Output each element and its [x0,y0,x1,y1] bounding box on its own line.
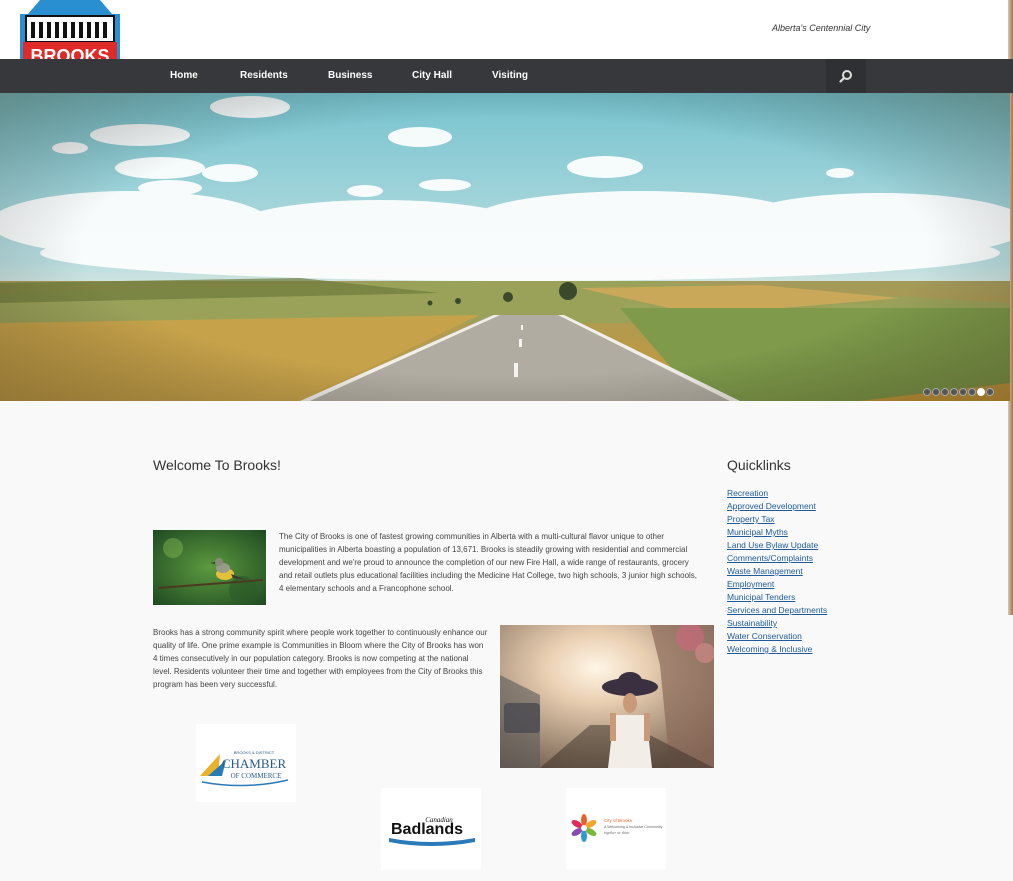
quicklink-item: Water Conservation [727,628,827,641]
bird-photo [153,530,266,605]
street-photo [500,625,714,768]
slider-dot[interactable] [932,388,940,396]
quicklink-water-conservation[interactable]: Water Conservation [727,631,802,641]
community-paragraph: Brooks has a strong community spirit whe… [153,628,488,689]
search-icon [839,70,852,83]
quicklink-recreation[interactable]: Recreation [727,488,768,498]
quicklink-approved-development[interactable]: Approved Development [727,501,816,511]
site-tagline: Alberta's Centennial City [772,23,871,33]
quicklink-item: Comments/Complaints [727,550,827,563]
cob-logo-slogan: together we shine [604,831,630,835]
nav-business[interactable]: Business [328,59,372,93]
nav-visiting[interactable]: Visiting [492,59,528,93]
slider-dot[interactable] [923,388,931,396]
nav-city-hall[interactable]: City Hall [412,59,452,93]
chamber-logo-big: CHAMBER [222,756,287,771]
quicklink-municipal-myths[interactable]: Municipal Myths [727,527,788,537]
chamber-of-commerce-logo[interactable]: BROOKS & DISTRICT CHAMBER OF COMMERCE [196,724,296,802]
page-title: Welcome To Brooks! [153,457,281,473]
slider-dot[interactable] [986,388,994,396]
quicklink-item: Land Use Bylaw Update [727,537,827,550]
slider-dot[interactable] [968,388,976,396]
quicklink-item: Waste Management [727,563,827,576]
quicklink-item: Recreation [727,485,827,498]
city-of-brooks-inclusive-logo[interactable]: City of Brooks A Welcoming & Inclusive C… [566,788,666,870]
quicklinks-list: Recreation Approved Development Property… [727,485,827,654]
brooks-logo[interactable]: BROOKS [20,0,120,59]
intro-paragraph: The City of Brooks is one of fastest gro… [279,532,698,593]
nav-residents[interactable]: Residents [240,59,288,93]
cob-logo-sub: A Welcoming & Inclusive Community [604,825,663,829]
quicklink-welcoming-inclusive[interactable]: Welcoming & Inclusive [727,644,812,654]
search-button[interactable] [826,59,866,93]
quicklink-item: Property Tax [727,511,827,524]
slider-dot[interactable] [959,388,967,396]
logo-text: BROOKS [30,46,109,59]
quicklinks-title: Quicklinks [727,457,791,473]
quicklink-services-departments[interactable]: Services and Departments [727,605,827,615]
quicklink-item: Municipal Tenders [727,589,827,602]
quicklink-item: Municipal Myths [727,524,827,537]
quicklink-item: Employment [727,576,827,589]
slider-dot[interactable] [941,388,949,396]
quicklink-comments-complaints[interactable]: Comments/Complaints [727,553,813,563]
cob-logo-title: City of Brooks [604,818,633,823]
quicklink-item: Welcoming & Inclusive [727,641,827,654]
quicklink-land-use-bylaw[interactable]: Land Use Bylaw Update [727,540,818,550]
quicklink-sustainability[interactable]: Sustainability [727,618,777,628]
chamber-logo-of: OF COMMERCE [231,772,282,780]
chamber-logo-small: BROOKS & DISTRICT [234,750,275,755]
site-header: BROOKS Alberta's Centennial City [0,0,1013,59]
slider-dot-active[interactable] [977,388,985,396]
slider-dot[interactable] [950,388,958,396]
canadian-badlands-logo[interactable]: Canadian Badlands [381,788,481,870]
quicklink-item: Services and Departments [727,602,827,615]
quicklink-waste-management[interactable]: Waste Management [727,566,803,576]
quicklink-municipal-tenders[interactable]: Municipal Tenders [727,592,795,602]
hero-slider-image [0,93,1010,401]
badlands-logo-big: Badlands [391,821,463,838]
quicklink-property-tax[interactable]: Property Tax [727,514,775,524]
slider-pagination [923,383,995,401]
nav-home[interactable]: Home [170,59,198,93]
quicklink-item: Approved Development [727,498,827,511]
quicklink-employment[interactable]: Employment [727,579,774,589]
quicklink-item: Sustainability [727,615,827,628]
